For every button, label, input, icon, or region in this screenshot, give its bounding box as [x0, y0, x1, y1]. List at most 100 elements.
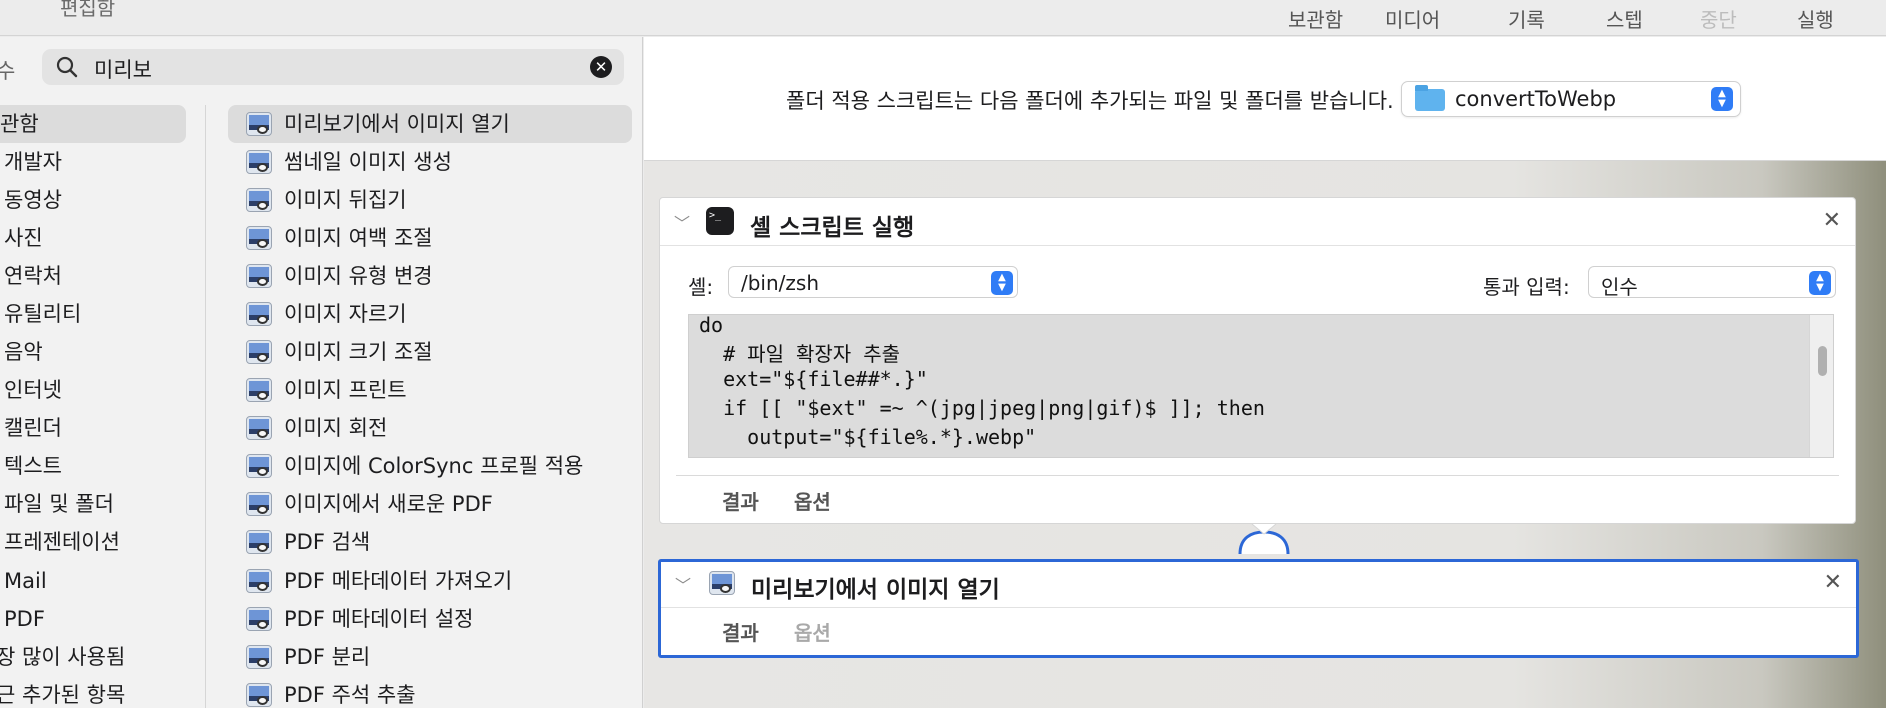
preview-app-icon	[246, 569, 272, 593]
category-item[interactable]: 캘린더	[0, 409, 186, 447]
chevron-down-icon[interactable]: ﹀	[675, 572, 691, 596]
folder-select[interactable]: convertToWebp ▲ ▼	[1401, 81, 1741, 117]
scrollbar-thumb[interactable]	[1818, 346, 1827, 376]
category-item[interactable]: 장 많이 사용됨	[0, 638, 186, 676]
shell-label: 셸:	[688, 275, 714, 299]
toolbar-library-button[interactable]: 보관함	[1288, 4, 1343, 33]
workflow-area: 폴더 적용 스크립트는 다음 폴더에 추가되는 파일 및 폴더를 받습니다. c…	[644, 37, 1886, 708]
category-item[interactable]: 연락처	[0, 257, 186, 295]
script-editor[interactable]: do # 파일 확장자 추출 ext="${file##*.}" if [[ "…	[688, 314, 1834, 458]
category-label: 사진	[4, 226, 43, 250]
category-item[interactable]: 개발자	[0, 143, 186, 181]
action-header: ﹀ >_ 셸 스크립트 실행 ✕	[660, 198, 1855, 246]
action-item[interactable]: 이미지 유형 변경	[228, 257, 632, 295]
results-tab[interactable]: 결과	[722, 486, 759, 515]
action-item[interactable]: PDF 검색	[228, 523, 632, 561]
toolbar-record-button[interactable]: 기록	[1508, 4, 1545, 33]
action-item[interactable]: PDF 주석 추출	[228, 676, 632, 708]
category-label: 개발자	[4, 150, 62, 174]
action-item[interactable]: PDF 메타데이터 가져오기	[228, 562, 632, 600]
action-label: 이미지 뒤집기	[284, 188, 407, 212]
category-label: 동영상	[4, 188, 62, 212]
toolbar-run-button[interactable]: 실행	[1797, 4, 1834, 33]
category-item[interactable]: 음악	[0, 333, 186, 371]
action-item[interactable]: PDF 메타데이터 설정	[228, 600, 632, 638]
action-item[interactable]: 이미지 회전	[228, 409, 632, 447]
close-icon[interactable]: ✕	[1824, 570, 1842, 595]
folder-action-header: 폴더 적용 스크립트는 다음 폴더에 추가되는 파일 및 폴더를 받습니다. c…	[644, 37, 1886, 161]
preview-app-icon	[246, 607, 272, 631]
action-header: ﹀ 미리보기에서 이미지 열기 ✕	[661, 562, 1856, 608]
action-item[interactable]: PDF 분리	[228, 638, 632, 676]
action-label: PDF 주석 추출	[284, 683, 416, 707]
action-title: 셸 스크립트 실행	[750, 215, 915, 241]
shell-select[interactable]: /bin/zsh ▲ ▼	[728, 266, 1018, 298]
category-item[interactable]: 근 추가된 항목	[0, 676, 186, 708]
action-label: 이미지 크기 조절	[284, 340, 433, 364]
category-label: 캘린더	[4, 416, 62, 440]
action-label: 이미지 유형 변경	[284, 264, 433, 288]
category-item[interactable]: 프레젠테이션	[0, 523, 186, 561]
preview-app-icon	[246, 226, 272, 250]
action-item[interactable]: 미리보기에서 이미지 열기	[228, 105, 632, 143]
preview-app-icon	[246, 150, 272, 174]
action-label: 이미지에 ColorSync 프로필 적용	[284, 454, 584, 478]
open-in-preview-action[interactable]: ﹀ 미리보기에서 이미지 열기 ✕ 결과 옵션	[658, 559, 1859, 658]
close-icon[interactable]: ✕	[1823, 208, 1841, 233]
action-item[interactable]: 이미지 여백 조절	[228, 219, 632, 257]
category-label: 인터넷	[4, 378, 62, 402]
search-input[interactable]: 미리보 ✕	[42, 49, 624, 85]
category-item[interactable]: 동영상	[0, 181, 186, 219]
options-tab[interactable]: 옵션	[794, 617, 831, 646]
action-item[interactable]: 썸네일 이미지 생성	[228, 143, 632, 181]
preview-app-icon	[246, 683, 272, 707]
action-label: 이미지에서 새로운 PDF	[284, 492, 493, 516]
category-item[interactable]: 사진	[0, 219, 186, 257]
preview-app-icon	[246, 492, 272, 516]
search-value[interactable]: 미리보	[94, 54, 152, 84]
category-label: 파일 및 폴더	[4, 492, 114, 516]
action-item[interactable]: 이미지 프린트	[228, 371, 632, 409]
category-label: 근 추가된 항목	[0, 683, 126, 707]
preview-app-icon	[246, 378, 272, 402]
category-list: 관함 개발자 동영상 사진 연락처 유틸리티 음악 인터넷 캘린더 텍스트 파일…	[0, 105, 206, 708]
action-item[interactable]: 이미지 뒤집기	[228, 181, 632, 219]
chevron-down-icon[interactable]: ﹀	[674, 210, 690, 234]
scrollbar[interactable]	[1809, 315, 1833, 457]
action-item[interactable]: 이미지 크기 조절	[228, 333, 632, 371]
action-label: 썸네일 이미지 생성	[284, 150, 452, 174]
preview-app-icon	[246, 530, 272, 554]
pass-input-value: 인수	[1601, 275, 1638, 299]
action-item[interactable]: 이미지에서 새로운 PDF	[228, 485, 632, 523]
folder-name: convertToWebp	[1455, 87, 1617, 111]
action-label: PDF 검색	[284, 530, 371, 554]
code-line: ext="${file##*.}"	[699, 367, 928, 391]
folder-icon	[1415, 85, 1445, 111]
category-item[interactable]: 텍스트	[0, 447, 186, 485]
results-tab[interactable]: 결과	[722, 617, 759, 646]
preview-app-icon	[246, 302, 272, 326]
action-item[interactable]: 이미지에 ColorSync 프로필 적용	[228, 447, 632, 485]
category-item[interactable]: 유틸리티	[0, 295, 186, 333]
code-line: # 파일 확장자 추출	[699, 342, 901, 366]
action-label: 이미지 프린트	[284, 378, 407, 402]
category-item[interactable]: PDF	[0, 600, 186, 638]
toolbar-media-button[interactable]: 미디어	[1385, 4, 1440, 33]
options-tab[interactable]: 옵션	[794, 486, 831, 515]
category-label: 연락처	[4, 264, 62, 288]
category-item[interactable]: 인터넷	[0, 371, 186, 409]
action-item[interactable]: 이미지 자르기	[228, 295, 632, 333]
toolbar-step-button[interactable]: 스텝	[1606, 4, 1643, 33]
category-item[interactable]: Mail	[0, 562, 186, 600]
category-item[interactable]: 관함	[0, 105, 186, 143]
toolbar: 편집함 보관함 미디어 기록 스텝 중단 실행	[0, 0, 1886, 36]
action-label: 이미지 회전	[284, 416, 388, 440]
shell-script-action: ﹀ >_ 셸 스크립트 실행 ✕ 셸: /bin/zsh ▲ ▼ 통과 입력: 인…	[659, 197, 1856, 524]
search-icon	[56, 56, 78, 78]
pass-input-select[interactable]: 인수 ▲ ▼	[1588, 266, 1836, 299]
action-label: 미리보기에서 이미지 열기	[284, 112, 510, 136]
clear-search-icon[interactable]: ✕	[590, 56, 612, 78]
action-title: 미리보기에서 이미지 열기	[751, 577, 1000, 603]
category-item[interactable]: 파일 및 폴더	[0, 485, 186, 523]
toolbar-stop-button[interactable]: 중단	[1700, 4, 1737, 33]
